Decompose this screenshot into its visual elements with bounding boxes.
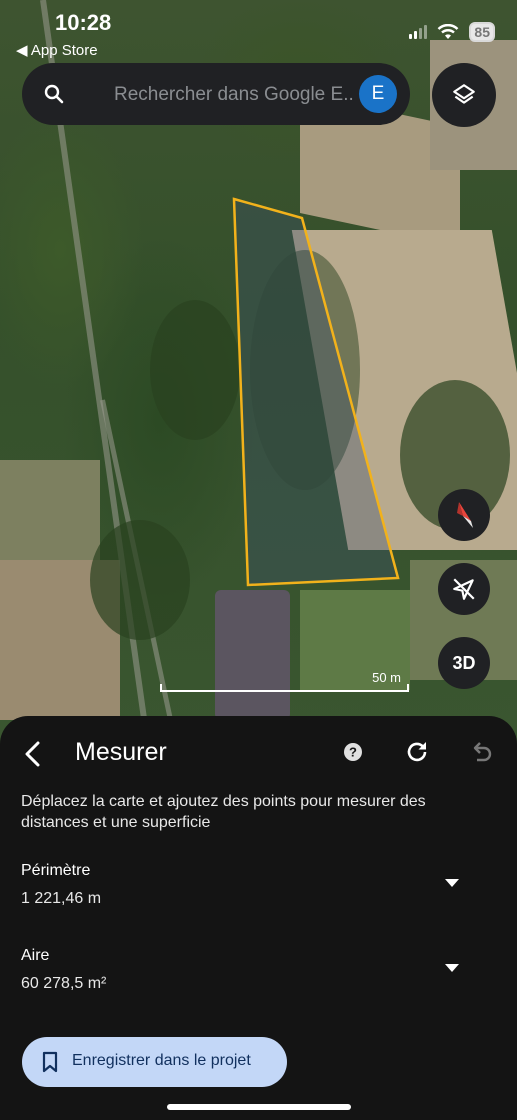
undo-icon[interactable]: [468, 739, 494, 765]
home-indicator[interactable]: [167, 1104, 351, 1110]
layers-button[interactable]: [432, 63, 496, 127]
layers-icon: [453, 84, 475, 104]
svg-text:?: ?: [349, 745, 357, 760]
perimeter-value: 1 221,46 m: [21, 890, 102, 907]
help-icon[interactable]: ?: [342, 741, 364, 763]
satellite-map[interactable]: 10:28 ◀ App Store 85 E: [0, 0, 517, 760]
map-scale: 50 m: [160, 670, 409, 692]
compass-icon: [457, 502, 473, 528]
search-bar[interactable]: E: [22, 63, 410, 125]
area-value: 60 278,5 m²: [21, 975, 107, 992]
search-icon[interactable]: [42, 82, 66, 106]
status-time: 10:28: [55, 10, 112, 35]
chevron-left-icon: [25, 741, 40, 767]
search-input[interactable]: [112, 79, 356, 111]
back-to-app-store-link[interactable]: ◀ App Store: [16, 41, 98, 59]
3d-toggle-button[interactable]: 3D: [438, 637, 490, 689]
refresh-icon[interactable]: [404, 739, 430, 765]
area-dropdown[interactable]: [442, 958, 462, 978]
caret-down-icon: [445, 879, 459, 887]
caret-down-icon: [445, 964, 459, 972]
battery-indicator: 85: [469, 22, 495, 42]
signal-icon: [409, 25, 428, 39]
bookmark-icon: [42, 1051, 58, 1073]
area-label: Aire: [21, 947, 50, 964]
measure-instructions: Déplacez la carte et ajoutez des points …: [21, 793, 426, 831]
status-icons: 85: [409, 22, 495, 42]
account-avatar[interactable]: E: [359, 75, 397, 113]
save-to-project-label: Enregistrer dans le projet: [72, 1052, 251, 1069]
scale-label: 50 m: [372, 670, 401, 685]
location-off-button[interactable]: [438, 563, 490, 615]
perimeter-label: Périmètre: [21, 862, 91, 879]
save-to-project-button[interactable]: Enregistrer dans le projet: [22, 1037, 287, 1087]
perimeter-dropdown[interactable]: [442, 873, 462, 893]
sheet-title: Mesurer: [75, 738, 167, 766]
measure-sheet: Mesurer ? Déplacez la carte et ajoutez d…: [0, 716, 517, 1120]
location-off-icon: [453, 578, 475, 600]
scale-bar: [160, 684, 409, 692]
compass-button[interactable]: [438, 489, 490, 541]
back-button[interactable]: [16, 736, 48, 772]
wifi-icon: [438, 24, 459, 39]
